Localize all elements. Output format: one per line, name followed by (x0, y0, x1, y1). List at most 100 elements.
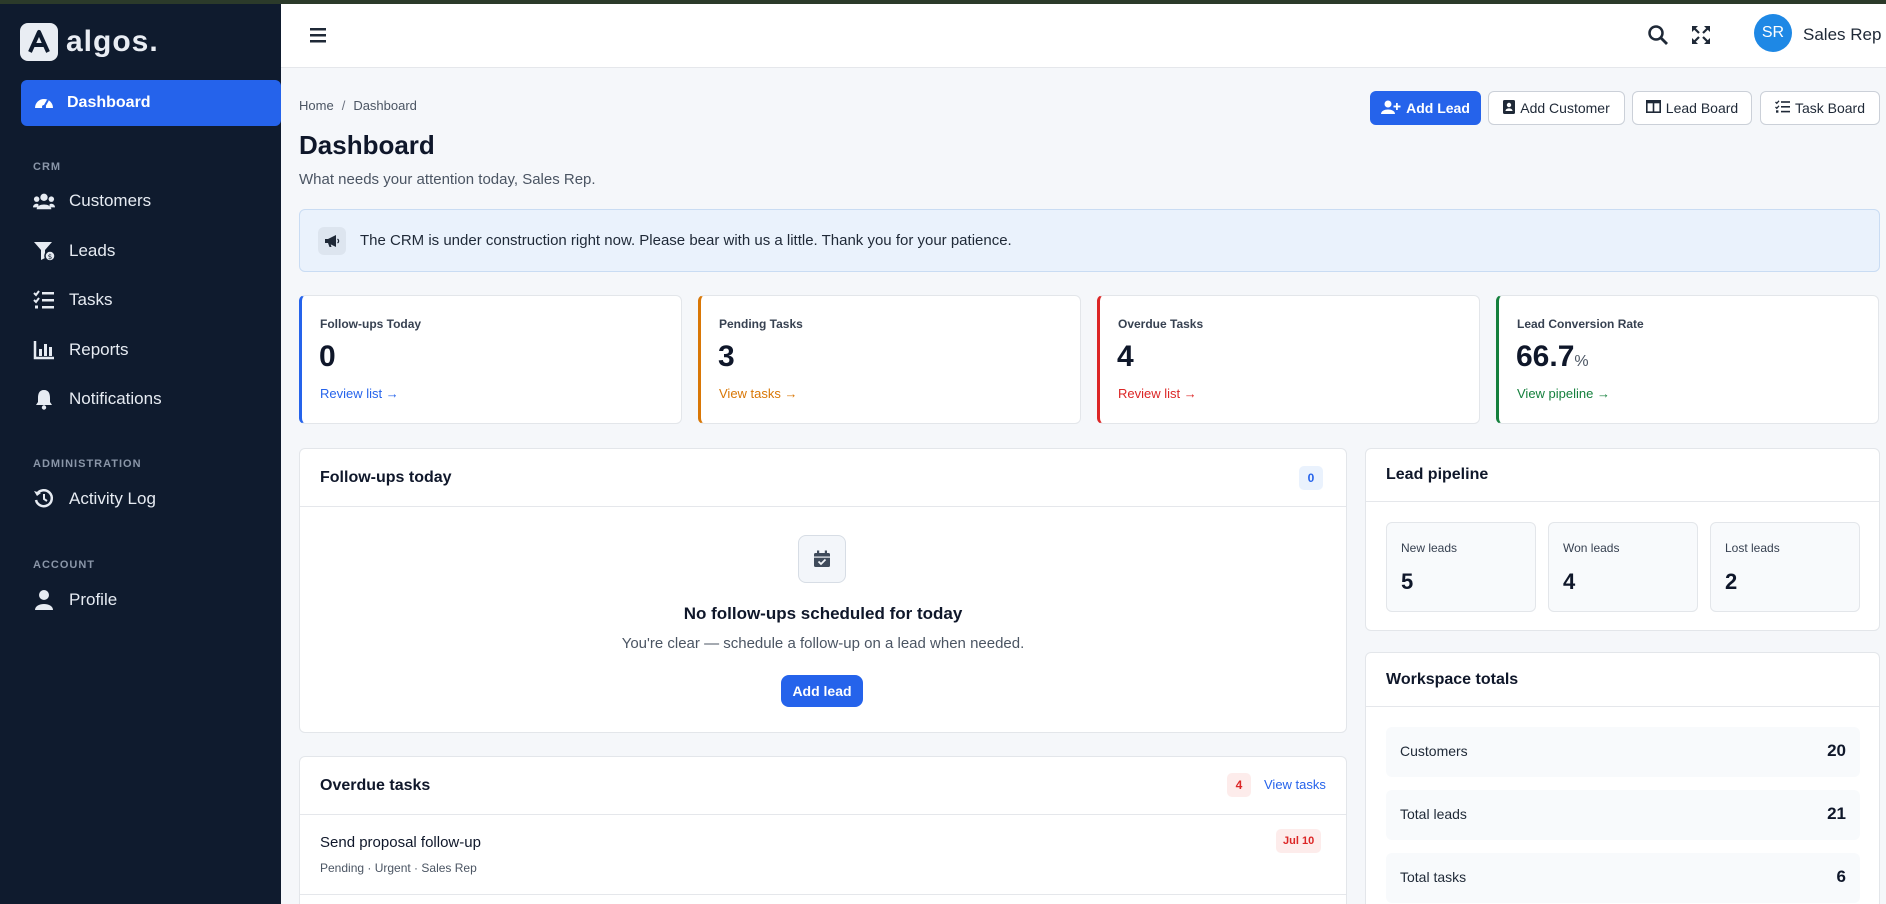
sidebar-item-reports[interactable]: Reports (33, 335, 129, 365)
sidebar-item-label: Notifications (69, 389, 162, 408)
users-icon (33, 190, 55, 212)
task-row[interactable]: Send proposal follow-up Pending · Urgent… (300, 815, 1346, 895)
user-icon (33, 589, 55, 611)
stat-link[interactable]: View tasks → (719, 386, 798, 401)
pipeline-value: 2 (1725, 569, 1738, 594)
calendar-check-icon (798, 535, 846, 583)
card-title: Workspace totals (1386, 671, 1519, 688)
pipeline-value: 4 (1563, 569, 1576, 594)
sidebar: algos. Dashboard CRM Customers $ Leads T… (0, 4, 281, 904)
add-customer-button[interactable]: Add Customer (1488, 91, 1625, 125)
stat-label: Lead Conversion Rate (1517, 317, 1644, 331)
stat-label: Follow-ups Today (320, 317, 422, 331)
menu-toggle-icon[interactable] (307, 24, 329, 46)
pipeline-value: 5 (1401, 569, 1414, 594)
history-icon (33, 488, 55, 510)
search-icon[interactable] (1647, 24, 1669, 46)
pipeline-new-leads[interactable]: New leads 5 (1386, 522, 1536, 612)
svg-text:$: $ (48, 253, 52, 261)
sidebar-item-dashboard[interactable]: Dashboard (21, 80, 281, 126)
avatar[interactable]: SR (1754, 14, 1792, 52)
overdue-count-badge: 4 (1227, 773, 1251, 797)
empty-state-title: No follow-ups scheduled for today (683, 604, 963, 623)
lead-board-button[interactable]: Lead Board (1632, 91, 1752, 125)
total-value: 21 (1827, 804, 1846, 823)
stat-card-overdue-tasks: Overdue Tasks 4 Review list → (1097, 295, 1480, 424)
board-columns-icon (1645, 100, 1661, 116)
brand-logo[interactable]: algos. (20, 22, 159, 62)
user-name[interactable]: Sales Rep (1803, 25, 1881, 45)
card-header: Workspace totals (1366, 653, 1879, 707)
contact-card-icon (1503, 99, 1516, 117)
notice-text: The CRM is under construction right now.… (360, 232, 1012, 249)
sidebar-item-leads[interactable]: $ Leads (33, 236, 115, 266)
stat-label: Pending Tasks (719, 317, 803, 331)
stat-link[interactable]: View pipeline → (1517, 386, 1610, 401)
brand-name: algos. (66, 25, 159, 58)
sidebar-item-label: Customers (69, 191, 152, 210)
sidebar-section-crm: CRM (33, 161, 62, 173)
pipeline-won-leads[interactable]: Won leads 4 (1548, 522, 1698, 612)
sidebar-section-administration: ADMINISTRATION (33, 458, 142, 470)
card-title: Overdue tasks (320, 777, 431, 794)
pipeline-lost-leads[interactable]: Lost leads 2 (1710, 522, 1860, 612)
task-meta: Pending · Urgent · Sales Rep (320, 861, 477, 875)
sidebar-item-label: Dashboard (67, 94, 151, 111)
pipeline-label: New leads (1401, 541, 1458, 555)
breadcrumb-home-link[interactable]: Home (299, 98, 334, 113)
total-label: Total tasks (1400, 869, 1467, 885)
followups-card: Follow-ups today 0 No follow-ups schedul… (299, 448, 1347, 733)
total-label: Customers (1400, 743, 1468, 759)
page-subtitle: What needs your attention today, Sales R… (299, 171, 596, 188)
card-title: Lead pipeline (1386, 466, 1489, 483)
task-title: Send proposal follow-up (320, 834, 481, 851)
sidebar-item-notifications[interactable]: Notifications (33, 384, 162, 414)
workspace-totals-card: Workspace totals Customers 20 Total lead… (1365, 652, 1880, 904)
stat-card-lead-conversion-rate: Lead Conversion Rate 66.7% View pipeline → (1496, 295, 1879, 424)
stat-value: 3 (718, 340, 735, 373)
task-board-button[interactable]: Task Board (1760, 91, 1880, 125)
stat-card-followups-today: Follow-ups Today 0 Review list → (299, 295, 682, 424)
view-tasks-link[interactable]: View tasks (1264, 777, 1326, 792)
pipeline-label: Lost leads (1725, 541, 1780, 555)
total-row-leads: Total leads 21 (1386, 790, 1860, 840)
stat-card-pending-tasks: Pending Tasks 3 View tasks → (698, 295, 1081, 424)
card-header: Overdue tasks 4 View tasks (300, 757, 1346, 815)
card-header: Follow-ups today 0 (300, 449, 1346, 507)
lead-pipeline-card: Lead pipeline New leads 5 Won leads 4 Lo… (1365, 448, 1880, 631)
total-row-customers: Customers 20 (1386, 727, 1860, 777)
task-due-date-badge: Jul 10 (1276, 829, 1322, 853)
sidebar-item-label: Leads (69, 241, 116, 260)
sidebar-item-activity-log[interactable]: Activity Log (33, 484, 156, 514)
add-lead-button[interactable]: Add Lead (1370, 91, 1481, 125)
stat-link[interactable]: Review list → (1118, 386, 1197, 401)
stat-value: 0 (319, 340, 336, 373)
sidebar-item-profile[interactable]: Profile (33, 585, 117, 615)
followups-count-badge: 0 (1299, 466, 1323, 490)
task-list-icon (1775, 100, 1790, 116)
page-title: Dashboard (299, 130, 435, 160)
breadcrumb: Home / Dashboard (299, 98, 417, 113)
fullscreen-icon[interactable] (1690, 24, 1712, 46)
stat-value: 66.7% (1516, 340, 1589, 373)
stat-link[interactable]: Review list → (320, 386, 399, 401)
funnel-dollar-icon: $ (33, 240, 55, 262)
add-lead-empty-button[interactable]: Add lead (781, 675, 863, 707)
logo-mark-icon (20, 23, 58, 61)
pipeline-label: Won leads (1563, 541, 1620, 555)
construction-notice: The CRM is under construction right now.… (299, 209, 1880, 272)
bar-chart-icon (33, 339, 55, 361)
sidebar-item-label: Activity Log (69, 489, 156, 508)
stat-unit: % (1574, 353, 1589, 370)
gauge-icon (33, 92, 55, 114)
sidebar-item-tasks[interactable]: Tasks (33, 285, 112, 315)
total-row-tasks: Total tasks 6 (1386, 853, 1860, 903)
total-value: 20 (1827, 741, 1846, 760)
total-label: Total leads (1400, 806, 1467, 822)
sidebar-item-label: Profile (69, 590, 118, 609)
sidebar-item-customers[interactable]: Customers (33, 186, 151, 216)
stat-value: 4 (1117, 340, 1134, 373)
overdue-tasks-card: Overdue tasks 4 View tasks Send proposal… (299, 756, 1347, 904)
sidebar-section-account: ACCOUNT (33, 559, 95, 571)
stat-label: Overdue Tasks (1118, 317, 1204, 331)
